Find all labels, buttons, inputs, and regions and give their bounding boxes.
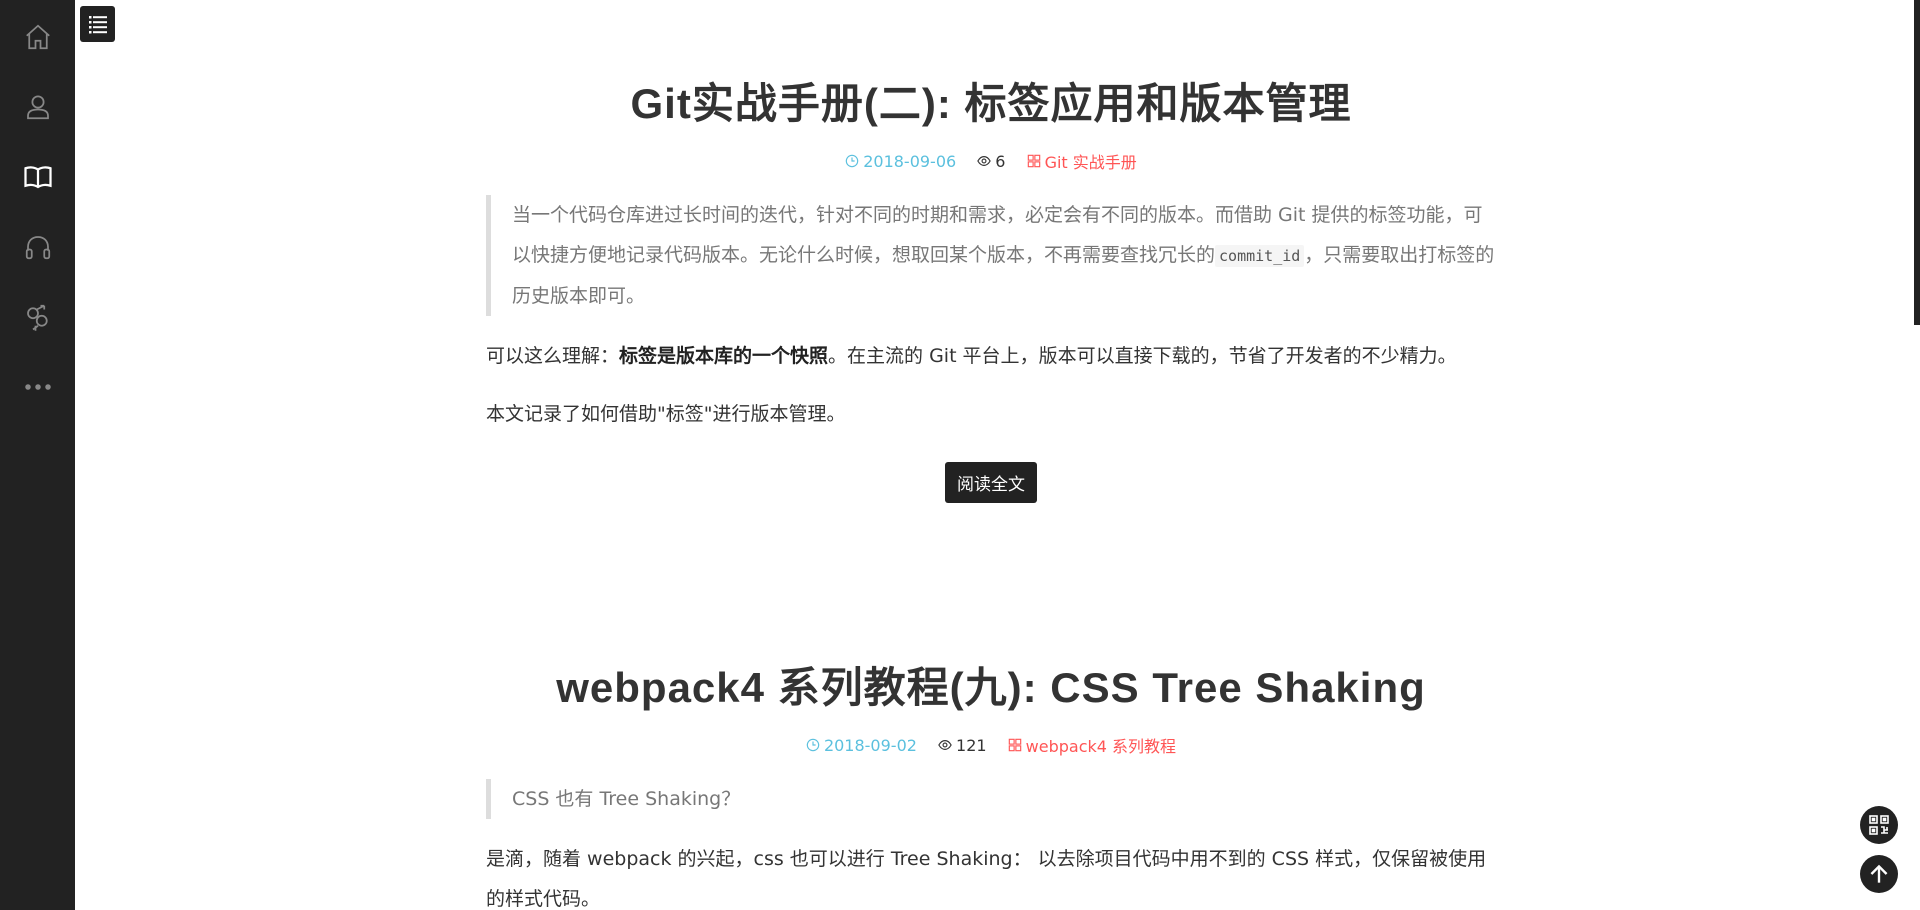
qrcode-button[interactable] [1860, 806, 1898, 844]
read-more-wrap: 阅读全文 [486, 462, 1496, 503]
post-excerpt-paragraph: 可以这么理解：标签是版本库的一个快照。在主流的 Git 平台上，版本可以直接下载… [486, 336, 1496, 376]
paragraph-bold: 标签是版本库的一个快照 [619, 345, 829, 367]
list-icon [88, 16, 107, 34]
back-to-top-button[interactable] [1860, 855, 1898, 893]
post-excerpt-paragraph: 是滴，随着 webpack 的兴起，css 也可以进行 Tree Shaking… [486, 848, 1487, 910]
sidebar-item-about[interactable] [0, 72, 75, 142]
sidebar-item-home[interactable] [0, 2, 75, 72]
post-date-text: 2018-09-02 [823, 735, 917, 755]
post-date: 2018-09-06 [845, 152, 956, 171]
qrcode-icon [1869, 815, 1889, 835]
headphones-icon [25, 236, 50, 260]
gender-icon [26, 304, 48, 331]
post-title[interactable]: webpack4 系列教程(九): CSS Tree Shaking [486, 654, 1496, 715]
post-views: 121 [938, 736, 987, 755]
arrow-up-icon [1870, 864, 1888, 883]
more-icon [24, 384, 51, 390]
post-excerpt-quote: CSS 也有 Tree Shaking？ [486, 779, 1496, 819]
sidebar-item-posts[interactable] [0, 142, 75, 212]
post-views-count: 121 [956, 735, 987, 755]
post-category[interactable]: Git 实战手册 [1027, 149, 1137, 173]
post-date: 2018-09-02 [806, 736, 917, 755]
post-category[interactable]: webpack4 系列教程 [1008, 733, 1176, 757]
post-meta: 2018-09-06 6 Git 实战手册 [486, 149, 1496, 173]
post-category-label: webpack4 系列教程 [1025, 737, 1177, 756]
clock-icon [806, 738, 820, 752]
eye-icon [977, 156, 992, 166]
eye-icon [938, 740, 952, 750]
sidebar-item-music[interactable] [0, 212, 75, 282]
toc-toggle-button[interactable] [80, 6, 115, 42]
post-excerpt-paragraph: 本文记录了如何借助"标签"进行版本管理。 [486, 403, 846, 425]
post-views-count: 6 [995, 151, 1006, 171]
post-views: 6 [977, 152, 1005, 171]
read-more-button[interactable]: 阅读全文 [945, 462, 1037, 503]
scrollbar[interactable] [1914, 0, 1920, 910]
scrollbar-thumb[interactable] [1914, 0, 1920, 325]
sidebar [0, 0, 75, 910]
paragraph-text: 可以这么理解： [486, 345, 620, 367]
post-excerpt-quote: 当一个代码仓库进过长时间的迭代，针对不同的时期和需求，必定会有不同的版本。而借助… [486, 195, 1496, 316]
post-title[interactable]: Git实战手册(二): 标签应用和版本管理 [486, 70, 1496, 131]
book-icon [23, 166, 52, 189]
clock-icon [845, 154, 859, 168]
user-icon [26, 95, 49, 120]
category-icon [1008, 738, 1021, 752]
paragraph-text-end: 。在主流的 Git 平台上，版本可以直接下载的，节省了开发者的不少精力。 [828, 345, 1457, 367]
category-icon [1027, 154, 1040, 168]
post-date-text: 2018-09-06 [863, 151, 957, 171]
post-meta: 2018-09-02 121 webpack4 系列教程 [486, 733, 1496, 757]
sidebar-item-more[interactable] [0, 352, 75, 422]
post-item: Git实战手册(二): 标签应用和版本管理 2018-09-06 6 Git 实… [486, 70, 1496, 503]
post-item: webpack4 系列教程(九): CSS Tree Shaking 2018-… [486, 654, 1496, 910]
inline-code: commit_id [1215, 245, 1305, 267]
post-category-label: Git 实战手册 [1044, 153, 1137, 172]
home-icon [25, 24, 50, 50]
sidebar-item-friends[interactable] [0, 282, 75, 352]
